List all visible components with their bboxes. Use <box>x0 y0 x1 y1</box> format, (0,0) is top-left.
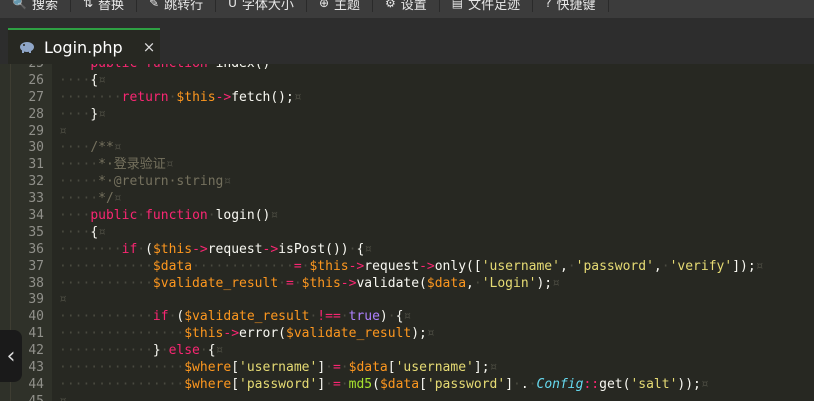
toolbar-label: 快捷键 <box>556 0 596 12</box>
line-text: ············$data·············=·$this->r… <box>59 258 764 274</box>
line-text: ············$validate_result·=·$this->va… <box>59 275 560 291</box>
code-line[interactable]: 37 ············$data·············=·$this-… <box>0 259 814 276</box>
tab-filename: Login.php <box>44 37 123 57</box>
code-line[interactable]: 35 ····{¤ <box>0 225 814 242</box>
code-line[interactable]: 29 ¤ <box>0 124 814 141</box>
code-area[interactable]: 25 ····public·function·index() 26 ····{¤ 27 ·… <box>0 64 814 401</box>
line-number: 36 <box>28 241 44 257</box>
code-line[interactable]: 26 ····{¤ <box>0 73 814 90</box>
line-text: ············if·($validate_result·!==·tru… <box>59 309 412 325</box>
toolbar: 🔍 搜索 ⇅ 替换 ✎ 跳转行 U 字体大小 ⊕ 主题 ⚙ 设置 ▤ 文件足迹? 快捷键 <box>0 0 814 18</box>
code-line[interactable]: 43 ················$where['username']·=·$… <box>0 360 814 377</box>
line-text: ····{¤ <box>59 72 106 88</box>
toolbar-button-6[interactable]: ▤ 文件足迹 <box>440 0 534 12</box>
code-line[interactable]: 42 ············}·else·{¤ <box>0 343 814 360</box>
code-line[interactable]: 44 ················$where['password']·=·m… <box>0 377 814 394</box>
settings-icon: ⚙ <box>385 0 396 10</box>
line-number: 29 <box>28 123 44 139</box>
line-number: 28 <box>28 106 44 122</box>
toolbar-label: 设置 <box>400 0 427 12</box>
code-line[interactable]: 45 ¤ <box>0 394 814 401</box>
code-line[interactable]: 25 ····public·function·index() <box>0 64 814 73</box>
font-size-icon: U <box>228 0 237 10</box>
line-number: 39 <box>28 292 44 308</box>
line-text: ····{¤ <box>59 224 106 240</box>
line-text: ·····*·@return·string¤ <box>59 174 232 190</box>
line-text: ¤ <box>59 394 67 401</box>
line-number: 25 <box>0 64 44 73</box>
code-line[interactable]: 34 ····public·function·login()¤ <box>0 208 814 225</box>
toolbar-button-0[interactable]: 🔍 搜索 <box>0 0 71 12</box>
line-number: 34 <box>28 208 44 224</box>
line-text: ················$where['password']·=·md5… <box>59 376 709 392</box>
line-text: ············}·else·{¤ <box>59 343 224 359</box>
toolbar-label: 字体大小 <box>241 0 294 12</box>
code-line[interactable]: 33 ·····*/¤ <box>0 191 814 208</box>
line-number: 40 <box>28 309 44 325</box>
line-text: ········if·($this->request->isPost())·{¤ <box>59 241 373 257</box>
line-text: ·····*·登录验证¤ <box>59 157 174 173</box>
line-text: ¤ <box>59 123 67 139</box>
toolbar-button-3[interactable]: U 字体大小 <box>216 0 307 12</box>
line-text: ····public·function·login()¤ <box>59 208 279 224</box>
shortcut-icon: ? <box>545 0 552 10</box>
file-footer-icon: ▤ <box>451 0 464 10</box>
code-line[interactable]: 39 ¤ <box>0 292 814 309</box>
line-text: ····/**¤ <box>59 140 122 156</box>
code-line[interactable]: 27 ········return·$this->fetch();¤ <box>0 90 814 107</box>
code-line[interactable]: 40 ············if·($validate_result·!==·t… <box>0 309 814 326</box>
close-icon[interactable]: × <box>143 38 156 56</box>
code-line[interactable]: 41 ················$this->error($validate… <box>0 326 814 343</box>
toolbar-label: 文件足迹 <box>468 0 521 12</box>
toolbar-button-2[interactable]: ✎ 跳转行 <box>137 0 217 12</box>
php-elephant-icon <box>18 40 36 54</box>
line-number: 30 <box>28 140 44 156</box>
toolbar-button-7[interactable]: ? 快捷键 <box>533 0 609 12</box>
toolbar-label: 主题 <box>334 0 361 12</box>
tab-login-php[interactable]: Login.php × <box>8 28 160 64</box>
toolbar-button-1[interactable]: ⇅ 替换 <box>71 0 138 12</box>
code-editor[interactable]: 25 ····public·function·index() 26 ····{¤ 27 ·… <box>0 64 814 401</box>
toolbar-label: 搜索 <box>31 0 58 12</box>
line-text: ········return·$this->fetch();¤ <box>59 89 302 105</box>
line-number: 33 <box>28 191 44 207</box>
line-number: 32 <box>28 174 44 190</box>
code-line[interactable]: 31 ·····*·登录验证¤ <box>0 157 814 174</box>
toolbar-label: 替换 <box>98 0 125 12</box>
code-line[interactable]: 28 ····}¤ <box>0 107 814 124</box>
toolbar-label: 跳转行 <box>164 0 204 12</box>
line-text: ¤ <box>59 292 67 308</box>
line-number: 31 <box>28 157 44 173</box>
collapse-sidebar-handle[interactable]: ‹ <box>0 330 22 382</box>
theme-icon: ⊕ <box>318 0 329 10</box>
line-number: 38 <box>28 275 44 291</box>
goto-line-icon: ✎ <box>149 0 160 10</box>
line-number: 37 <box>28 258 44 274</box>
line-text: ····public·function·index() <box>59 64 270 73</box>
code-line[interactable]: 30 ····/**¤ <box>0 140 814 157</box>
line-text: ················$where['username']·=·$da… <box>59 360 498 376</box>
line-text: ·····*/¤ <box>59 191 122 207</box>
line-number: 45 <box>0 394 44 401</box>
search-icon: 🔍 <box>12 0 27 10</box>
chevron-left-icon: ‹ <box>6 343 16 369</box>
toolbar-button-5[interactable]: ⚙ 设置 <box>373 0 440 12</box>
line-text: ················$this->error($validate_r… <box>59 326 435 342</box>
line-number: 27 <box>28 89 44 105</box>
code-line[interactable]: 36 ········if·($this->request->isPost())·… <box>0 242 814 259</box>
tab-bar: Login.php × <box>0 18 814 64</box>
code-line[interactable]: 32 ·····*·@return·string¤ <box>0 174 814 191</box>
line-number: 26 <box>28 72 44 88</box>
line-number: 35 <box>28 224 44 240</box>
replace-icon: ⇅ <box>82 0 94 10</box>
line-text: ····}¤ <box>59 106 106 122</box>
toolbar-button-4[interactable]: ⊕ 主题 <box>307 0 374 12</box>
code-line[interactable]: 38 ············$validate_result·=·$this->… <box>0 276 814 293</box>
